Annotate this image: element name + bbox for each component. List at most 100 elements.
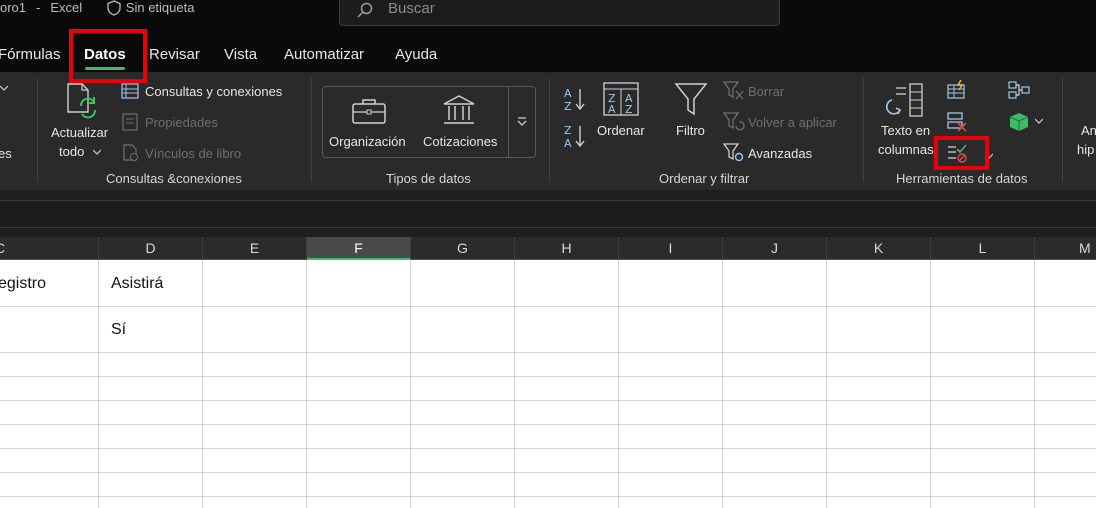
sort-button[interactable]: Ordenar [597,123,645,138]
column-header-e[interactable]: E [203,237,307,260]
svg-text:A: A [564,137,572,149]
stocks-button[interactable]: Cotizaciones [423,134,497,149]
stocks-icon[interactable] [442,94,476,126]
column-header-i[interactable]: I [619,237,723,260]
column-headers: C D E F G H I J K L M [0,237,1096,260]
flash-fill-icon[interactable] [946,80,968,100]
svg-text:Z: Z [564,100,572,112]
search-placeholder: Buscar [388,0,435,17]
data-model-icon[interactable] [1008,112,1030,132]
svg-text:Z: Z [625,103,633,116]
grid-line [1034,260,1035,508]
partial-button-label-right-1[interactable]: An [1081,123,1096,138]
cell-d2[interactable]: Sí [111,321,126,339]
group-label-sort-filter: Ordenar y filtrar [659,171,750,186]
tab-ayuda[interactable]: Ayuda [395,46,437,63]
tab-revisar[interactable]: Revisar [149,46,200,63]
ribbon-gap [0,190,1096,200]
column-header-d[interactable]: D [99,237,203,260]
sort-icon[interactable]: Z AA Z [603,82,639,116]
consolidate-icon[interactable] [1008,80,1030,100]
clear-filter-icon [723,81,744,100]
partial-button-label-right-2[interactable]: hip [1077,142,1094,157]
menu-tabs: Fórmulas Datos Revisar Vista Automatizar… [0,32,1096,72]
title-bar: oro1- Excel Sin etiqueta Buscar [0,0,1096,32]
ribbon: es Actualizar todo Consultas y conexione… [0,72,1096,190]
column-header-c[interactable]: C [0,237,99,260]
reapply-icon [723,112,745,131]
properties-button[interactable]: Propiedades [145,115,218,130]
grid-line [826,260,827,508]
refresh-all-label-1[interactable]: Actualizar [51,125,108,140]
organization-icon[interactable] [351,97,387,125]
data-types-more-button[interactable] [508,87,536,157]
grid-line [514,260,515,508]
search-box[interactable]: Buscar [339,0,780,26]
svg-text:A: A [564,87,572,100]
grid-line [0,424,1096,425]
sensitivity-icon [107,0,121,16]
chevron-down-icon [517,117,527,126]
column-header-m[interactable]: M [1035,237,1096,260]
group-divider [863,78,864,182]
column-header-f[interactable]: F [307,237,411,260]
highlight-datos-tab [69,29,147,83]
grid-line [930,260,931,508]
refresh-all-label-2[interactable]: todo [59,144,84,159]
group-divider [549,78,550,182]
reapply-button[interactable]: Volver a aplicar [748,115,837,130]
chevron-down-icon[interactable] [1035,118,1043,124]
clear-button[interactable]: Borrar [748,84,784,99]
grid-gap [0,228,1096,237]
column-header-g[interactable]: G [411,237,515,260]
highlight-data-validation [934,136,989,170]
organization-button[interactable]: Organización [329,134,406,149]
advanced-filter-icon [723,143,744,162]
filter-icon[interactable] [674,82,708,118]
column-header-h[interactable]: H [515,237,619,260]
tab-formulas[interactable]: Fórmulas [0,46,61,63]
column-header-j[interactable]: J [723,237,827,260]
chevron-down-icon[interactable] [93,149,101,155]
grid-line [98,260,99,508]
sort-a-to-z-icon[interactable]: AZ [563,86,587,112]
partial-button-label[interactable]: es [0,146,12,161]
group-label-data-tools: Herramientas de datos [896,171,1028,186]
file-name: oro1 [0,0,27,15]
refresh-all-icon[interactable] [64,82,102,120]
tab-vista[interactable]: Vista [224,46,257,63]
workbook-links-icon [123,144,138,161]
workbook-links-button[interactable]: Vínculos de libro [145,146,241,161]
grid-line [618,260,619,508]
grid-line [0,352,1096,353]
grid-line [0,472,1096,473]
grid-line [410,260,411,508]
search-icon [357,2,373,18]
text-to-columns-label-1[interactable]: Texto en [881,123,930,138]
text-to-columns-icon[interactable] [886,82,926,118]
column-header-l[interactable]: L [931,237,1035,260]
grid-line [0,496,1096,497]
grid-line [306,260,307,508]
filter-button[interactable]: Filtro [676,123,705,138]
sort-z-to-a-icon[interactable]: ZA [563,123,587,149]
grid-line [0,376,1096,377]
cell-d1[interactable]: Asistirá [111,275,163,293]
chevron-down-icon[interactable] [0,84,8,92]
properties-icon [122,113,138,131]
sensitivity-label[interactable]: Sin etiqueta [126,0,195,15]
group-divider [311,78,312,182]
cell-c1[interactable]: egistro [0,275,46,293]
text-to-columns-label-2[interactable]: columnas [878,142,934,157]
tab-automatizar[interactable]: Automatizar [284,46,364,63]
worksheet-grid[interactable]: egistro Asistirá Sí [0,260,1096,508]
window-title: oro1- Excel Sin etiqueta [0,0,195,16]
remove-duplicates-icon[interactable] [946,111,968,133]
advanced-button[interactable]: Avanzadas [748,146,812,161]
formula-bar[interactable] [0,200,1096,228]
grid-line [0,448,1096,449]
queries-connections-button[interactable]: Consultas y conexiones [145,84,282,99]
grid-line [722,260,723,508]
grid-line [0,400,1096,401]
column-header-k[interactable]: K [827,237,931,260]
